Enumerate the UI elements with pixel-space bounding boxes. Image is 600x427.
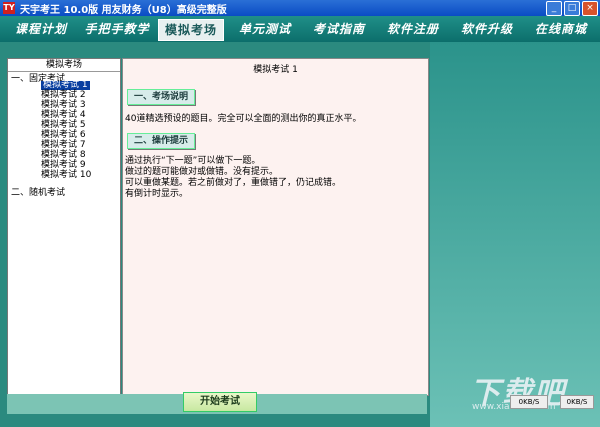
tree-item-exam-4[interactable]: 模拟考试 4 bbox=[41, 111, 86, 120]
tree-item-exam-9[interactable]: 模拟考试 9 bbox=[41, 161, 86, 170]
menu-tutorial[interactable]: 手把手教学 bbox=[82, 19, 152, 39]
menu-course-plan[interactable]: 课程计划 bbox=[6, 19, 76, 39]
menu-online-store[interactable]: 在线商城 bbox=[528, 19, 594, 39]
window-controls: _ □ × bbox=[546, 1, 598, 16]
exam-description: 40道精选预设的题目。完全可以全面的测出你的真正水平。 bbox=[125, 114, 362, 124]
menu-bar: 课程计划 手把手教学 模拟考场 单元测试 考试指南 软件注册 软件升级 在线商城 bbox=[0, 16, 600, 42]
tree-item-exam-5[interactable]: 模拟考试 5 bbox=[41, 121, 86, 130]
menu-unit-test[interactable]: 单元测试 bbox=[232, 19, 298, 39]
menu-exam-guide[interactable]: 考试指南 bbox=[306, 19, 372, 39]
close-icon[interactable]: × bbox=[582, 1, 598, 16]
window-title: 天宇考王 10.0版 用友财务（U8）高级完整版 bbox=[20, 5, 227, 16]
tree-item-exam-6[interactable]: 模拟考试 6 bbox=[41, 131, 86, 140]
maximize-icon[interactable]: □ bbox=[564, 1, 580, 16]
tree-item-exam-3[interactable]: 模拟考试 3 bbox=[41, 101, 86, 110]
tree-item-exam-7[interactable]: 模拟考试 7 bbox=[41, 141, 86, 150]
exam-tree: 模拟考场 一、固定考试 模拟考试 1 模拟考试 2 模拟考试 3 模拟考试 4 … bbox=[7, 58, 121, 396]
tree-item-exam-1[interactable]: 模拟考试 1 bbox=[41, 81, 90, 90]
tree-section-random[interactable]: 二、随机考试 bbox=[11, 185, 65, 198]
speed-indicator: 0KB/S bbox=[560, 395, 594, 409]
menu-mock-exam[interactable]: 模拟考场 bbox=[158, 19, 224, 41]
section-exam-description: 一、考场说明 bbox=[127, 89, 196, 105]
exam-detail-panel: 模拟考试 1 一、考场说明 40道精选预设的题目。完全可以全面的测出你的真正水平… bbox=[122, 58, 429, 396]
tip-line: 有倒计时显示。 bbox=[125, 189, 189, 199]
start-exam-button[interactable]: 开始考试 bbox=[183, 392, 257, 412]
speed-indicator: 0KB/S bbox=[510, 395, 548, 409]
menu-register[interactable]: 软件注册 bbox=[380, 19, 446, 39]
section-operation-tips: 二、操作提示 bbox=[127, 133, 196, 149]
title-bar: TY 天宇考王 10.0版 用友财务（U8）高级完整版 _ □ × bbox=[0, 0, 600, 16]
tree-item-exam-10[interactable]: 模拟考试 10 bbox=[41, 171, 91, 180]
tree-item-exam-8[interactable]: 模拟考试 8 bbox=[41, 151, 86, 160]
minimize-icon[interactable]: _ bbox=[546, 1, 562, 16]
menu-upgrade[interactable]: 软件升级 bbox=[454, 19, 520, 39]
tree-item-exam-2[interactable]: 模拟考试 2 bbox=[41, 91, 86, 100]
app-icon: TY bbox=[3, 2, 15, 14]
exam-title: 模拟考试 1 bbox=[253, 65, 298, 75]
